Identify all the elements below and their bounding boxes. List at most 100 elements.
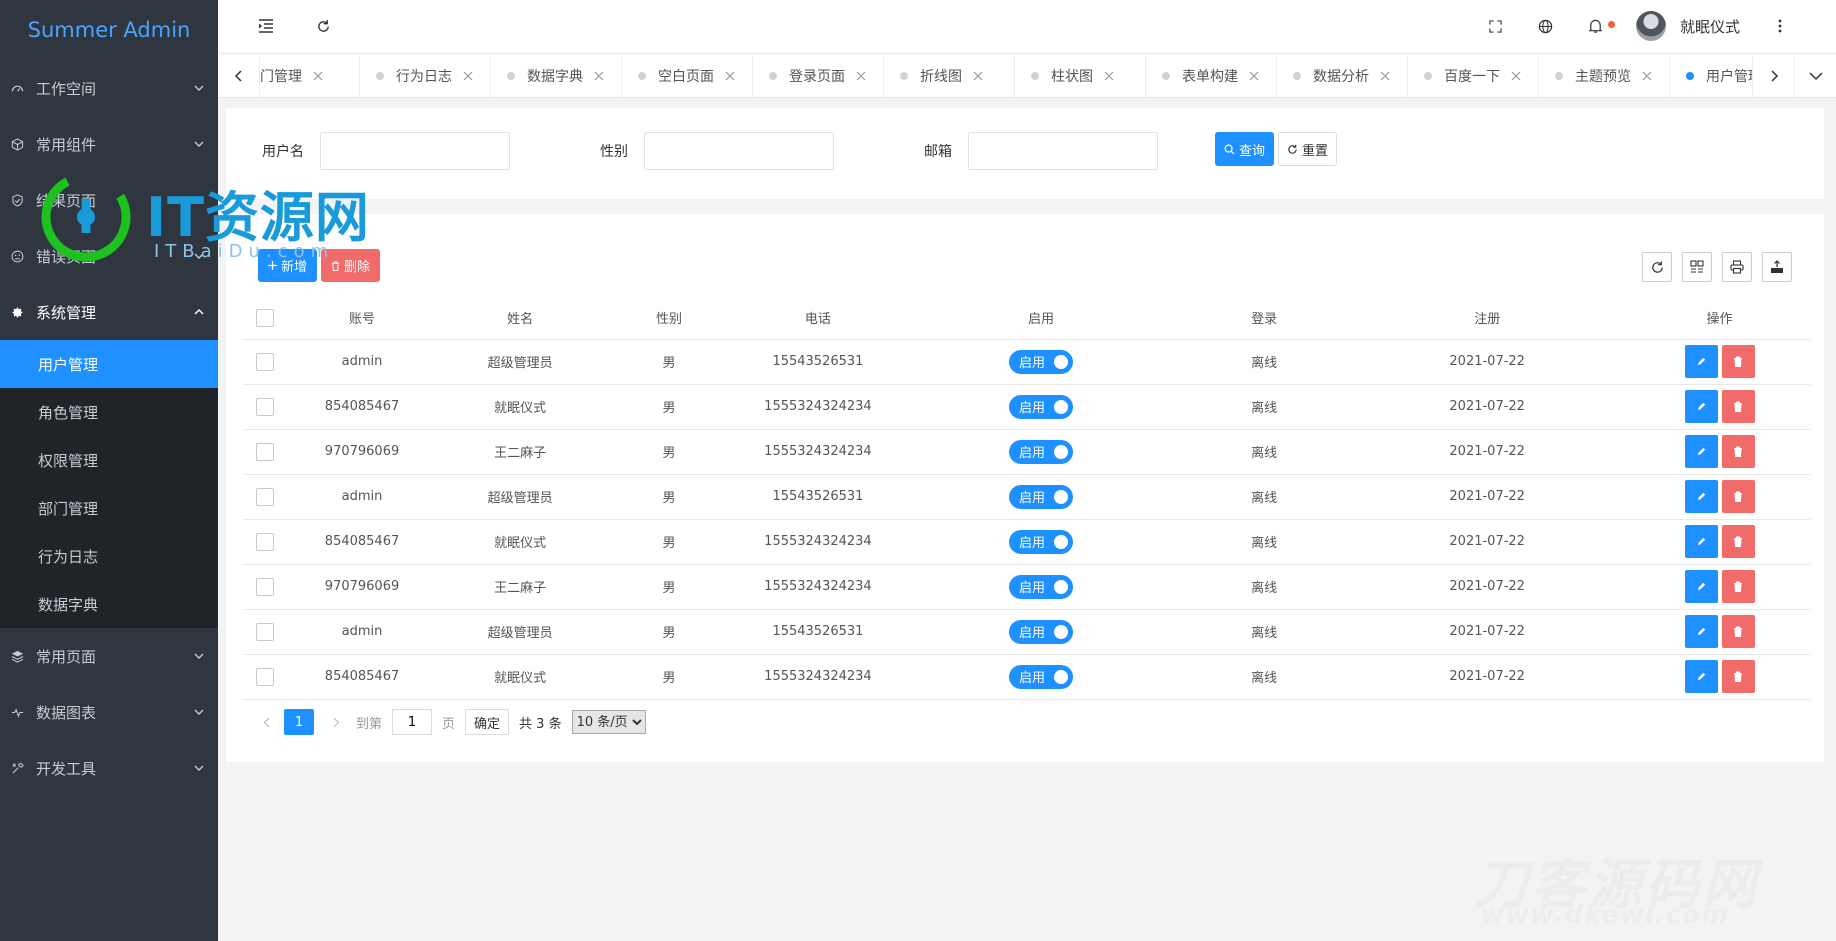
- user-menu[interactable]: 就眠仪式: [1635, 11, 1740, 41]
- tab-9[interactable]: 百度一下: [1408, 55, 1539, 97]
- delete-button[interactable]: 删除: [321, 249, 381, 282]
- next-page-button[interactable]: [326, 717, 346, 728]
- tab-7[interactable]: 表单构建: [1146, 55, 1277, 97]
- tab-10[interactable]: 主题预览: [1539, 55, 1670, 97]
- row-checkbox[interactable]: [255, 397, 274, 416]
- close-icon[interactable]: [724, 70, 736, 82]
- enable-toggle[interactable]: 启用: [1009, 439, 1074, 464]
- sidebar-subitem-permissions[interactable]: 权限管理: [0, 436, 218, 484]
- close-icon[interactable]: [1510, 70, 1522, 82]
- enable-toggle[interactable]: 启用: [1009, 529, 1074, 554]
- edit-button[interactable]: [1684, 660, 1718, 693]
- sidebar-item-dev-tools[interactable]: 开发工具: [0, 740, 218, 796]
- export-button[interactable]: [1762, 252, 1792, 282]
- close-icon[interactable]: [1379, 70, 1391, 82]
- delete-row-button[interactable]: [1721, 525, 1755, 558]
- delete-row-button[interactable]: [1721, 615, 1755, 648]
- cell-gender: 男: [601, 384, 737, 430]
- tab-3[interactable]: 空白页面: [622, 55, 753, 97]
- tab-4[interactable]: 登录页面: [753, 55, 884, 97]
- more-vertical-icon[interactable]: [1770, 16, 1790, 36]
- select-all-checkbox[interactable]: [255, 308, 274, 327]
- enable-toggle[interactable]: 启用: [1009, 619, 1074, 644]
- cell-name: 超级管理员: [438, 339, 602, 385]
- tab-scroll-right[interactable]: [1752, 55, 1794, 97]
- reset-button[interactable]: 重置: [1278, 132, 1338, 166]
- close-icon[interactable]: [312, 70, 324, 82]
- page-number-current[interactable]: 1: [284, 709, 314, 735]
- sidebar-item-result-pages[interactable]: 结果页面: [0, 172, 218, 228]
- sidebar-subitem-behavior-log[interactable]: 行为日志: [0, 532, 218, 580]
- tab-scroll-left[interactable]: [218, 55, 260, 97]
- delete-row-button[interactable]: [1721, 570, 1755, 603]
- goto-page-input[interactable]: [392, 709, 433, 735]
- sidebar-subitem-users[interactable]: 用户管理: [0, 340, 218, 388]
- enable-toggle[interactable]: 启用: [1009, 484, 1074, 509]
- print-button[interactable]: [1722, 252, 1752, 282]
- enable-toggle[interactable]: 启用: [1009, 574, 1074, 599]
- add-button[interactable]: 新增: [258, 249, 318, 282]
- tab-8[interactable]: 数据分析: [1277, 55, 1408, 97]
- tab-1[interactable]: 行为日志: [360, 55, 491, 97]
- email-input[interactable]: [968, 132, 1158, 170]
- delete-row-button[interactable]: [1721, 390, 1755, 423]
- close-icon[interactable]: [1641, 70, 1653, 82]
- sidebar-item-charts[interactable]: 数据图表: [0, 684, 218, 740]
- delete-row-button[interactable]: [1721, 435, 1755, 468]
- gender-input[interactable]: [644, 132, 834, 170]
- tab-11[interactable]: 用户管理: [1670, 55, 1752, 97]
- edit-button[interactable]: [1684, 390, 1718, 423]
- sidebar-item-system[interactable]: 系统管理: [0, 284, 218, 340]
- row-checkbox[interactable]: [255, 487, 274, 506]
- column-filter-button[interactable]: [1682, 252, 1712, 282]
- close-icon[interactable]: [1248, 70, 1260, 82]
- row-checkbox[interactable]: [255, 352, 274, 371]
- table-refresh-button[interactable]: [1642, 252, 1672, 282]
- refresh-icon[interactable]: [313, 16, 333, 36]
- sidebar-item-components[interactable]: 常用组件: [0, 116, 218, 172]
- close-icon[interactable]: [855, 70, 867, 82]
- sidebar-subitem-data-dictionary[interactable]: 数据字典: [0, 580, 218, 628]
- globe-icon[interactable]: [1536, 16, 1556, 36]
- sidebar-item-common-pages[interactable]: 常用页面: [0, 628, 218, 684]
- tab-6[interactable]: 柱状图: [1015, 55, 1146, 97]
- edit-button[interactable]: [1684, 345, 1718, 378]
- row-checkbox[interactable]: [255, 442, 274, 461]
- edit-button[interactable]: [1684, 480, 1718, 513]
- sidebar-subitem-roles[interactable]: 角色管理: [0, 388, 218, 436]
- close-icon[interactable]: [593, 70, 605, 82]
- row-checkbox[interactable]: [255, 622, 274, 641]
- row-checkbox[interactable]: [255, 577, 274, 596]
- row-checkbox[interactable]: [255, 667, 274, 686]
- tab-0[interactable]: 门管理: [260, 55, 360, 97]
- sidebar-item-workspace[interactable]: 工作空间: [0, 60, 218, 116]
- page-size-select[interactable]: 10 条/页: [571, 710, 646, 734]
- fullscreen-icon[interactable]: [1486, 16, 1506, 36]
- prev-page-button[interactable]: [256, 717, 276, 728]
- menu-fold-icon[interactable]: [256, 16, 276, 36]
- row-checkbox[interactable]: [255, 532, 274, 551]
- delete-row-button[interactable]: [1721, 345, 1755, 378]
- close-icon[interactable]: [1103, 70, 1115, 82]
- edit-button[interactable]: [1684, 570, 1718, 603]
- close-icon[interactable]: [972, 70, 984, 82]
- app-logo[interactable]: Summer Admin: [0, 0, 218, 60]
- delete-row-button[interactable]: [1721, 660, 1755, 693]
- tab-5[interactable]: 折线图: [884, 55, 1015, 97]
- close-icon[interactable]: [462, 70, 474, 82]
- username-input[interactable]: [320, 132, 510, 170]
- query-button[interactable]: 查询: [1215, 132, 1275, 166]
- sidebar-item-error-pages[interactable]: 错误页面: [0, 228, 218, 284]
- tab-options[interactable]: [1794, 55, 1836, 97]
- edit-button[interactable]: [1684, 525, 1718, 558]
- enable-toggle[interactable]: 启用: [1009, 664, 1074, 689]
- delete-row-button[interactable]: [1721, 480, 1755, 513]
- edit-button[interactable]: [1684, 435, 1718, 468]
- sidebar-subitem-departments[interactable]: 部门管理: [0, 484, 218, 532]
- tab-2[interactable]: 数据字典: [491, 55, 622, 97]
- goto-confirm-button[interactable]: 确定: [465, 709, 510, 735]
- edit-button[interactable]: [1684, 615, 1718, 648]
- bell-icon[interactable]: [1586, 16, 1615, 36]
- enable-toggle[interactable]: 启用: [1009, 394, 1074, 419]
- enable-toggle[interactable]: 启用: [1009, 349, 1074, 374]
